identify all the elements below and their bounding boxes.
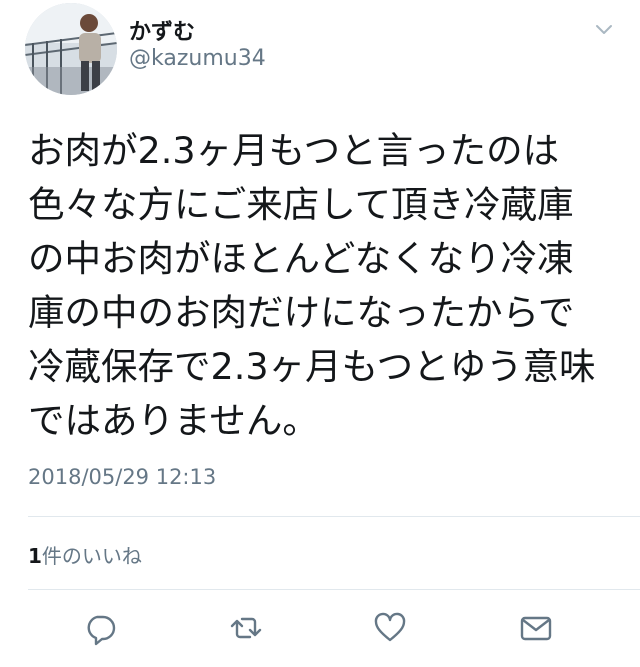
likes-label: 件のいいね bbox=[41, 544, 142, 568]
user-handle[interactable]: @kazumu34 bbox=[129, 46, 266, 71]
share-button[interactable] bbox=[518, 610, 554, 646]
like-button[interactable] bbox=[372, 610, 408, 646]
retweet-icon bbox=[230, 617, 262, 639]
divider bbox=[28, 589, 640, 590]
reply-icon bbox=[87, 615, 116, 646]
tweet-text-line: 色々な方にご来店して頂き冷蔵庫 bbox=[28, 183, 574, 226]
tweet-text-line: の中お肉がほとんどなくなり冷凍 bbox=[28, 237, 574, 280]
tweet-timestamp[interactable]: 2018/05/29 12:13 bbox=[28, 465, 216, 489]
user-photo bbox=[25, 3, 117, 95]
tweet-actions bbox=[0, 610, 640, 646]
tweet-text-line: お肉が2.3ヶ月もつと言ったのは bbox=[28, 129, 560, 172]
retweet-button[interactable] bbox=[228, 610, 264, 646]
display-name[interactable]: かずむ bbox=[129, 14, 195, 46]
heart-icon bbox=[374, 612, 406, 642]
tweet-text: お肉が2.3ヶ月もつと言ったのは 色々な方にご来店して頂き冷蔵庫 の中お肉がほと… bbox=[28, 124, 618, 448]
chevron-down-icon[interactable] bbox=[594, 22, 614, 38]
tweet-text-line: 庫の中のお肉だけになったからで bbox=[28, 291, 575, 334]
mail-icon bbox=[520, 616, 552, 641]
reply-button[interactable] bbox=[82, 610, 118, 646]
avatar[interactable] bbox=[25, 3, 117, 95]
tweet-text-line: ではありません。 bbox=[28, 399, 319, 442]
likes-number: 1 bbox=[28, 544, 42, 568]
likes-count[interactable]: 1件のいいね bbox=[28, 540, 142, 569]
divider bbox=[28, 516, 640, 517]
tweet-text-line: 冷蔵保存で2.3ヶ月もつとゆう意味 bbox=[28, 345, 596, 388]
